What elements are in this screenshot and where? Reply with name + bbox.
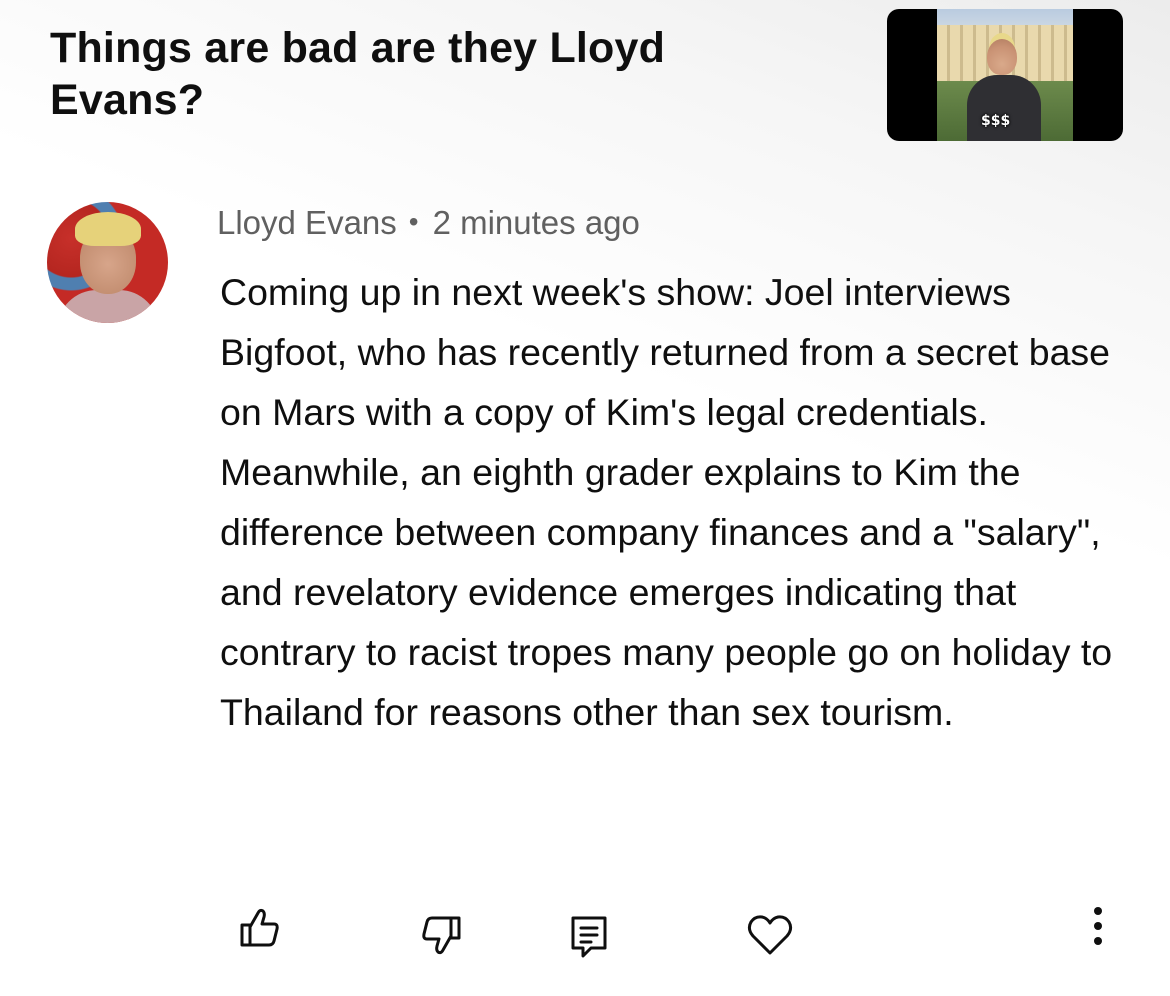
thumbs-up-icon	[240, 908, 279, 947]
thumbs-down-icon	[422, 916, 461, 955]
more-vertical-icon	[1094, 907, 1102, 945]
thumbnail-image: $$$	[937, 9, 1073, 141]
comment-text: Coming up in next week's show: Joel inte…	[220, 271, 1113, 733]
heart-icon	[747, 915, 793, 955]
reply-comment-icon	[571, 916, 607, 958]
like-button[interactable]	[234, 903, 284, 953]
comment-actions	[0, 900, 1170, 970]
video-title[interactable]: Things are bad are they Lloyd Evans?	[50, 22, 810, 126]
avatar[interactable]	[47, 202, 168, 323]
reply-button[interactable]	[565, 910, 615, 960]
video-thumbnail[interactable]: $$$	[887, 9, 1123, 141]
comment-timestamp: 2 minutes ago	[432, 204, 640, 241]
more-options-button[interactable]	[1073, 902, 1123, 952]
comment-meta: Lloyd Evans • 2 minutes ago	[217, 204, 640, 242]
dislike-button[interactable]	[417, 912, 467, 962]
comment-author[interactable]: Lloyd Evans	[217, 204, 397, 241]
meta-separator: •	[408, 206, 419, 237]
heart-button[interactable]	[745, 910, 795, 960]
thumbnail-overlay-text: $$$	[981, 113, 1011, 129]
video-header: Things are bad are they Lloyd Evans? $$$	[0, 0, 1170, 160]
